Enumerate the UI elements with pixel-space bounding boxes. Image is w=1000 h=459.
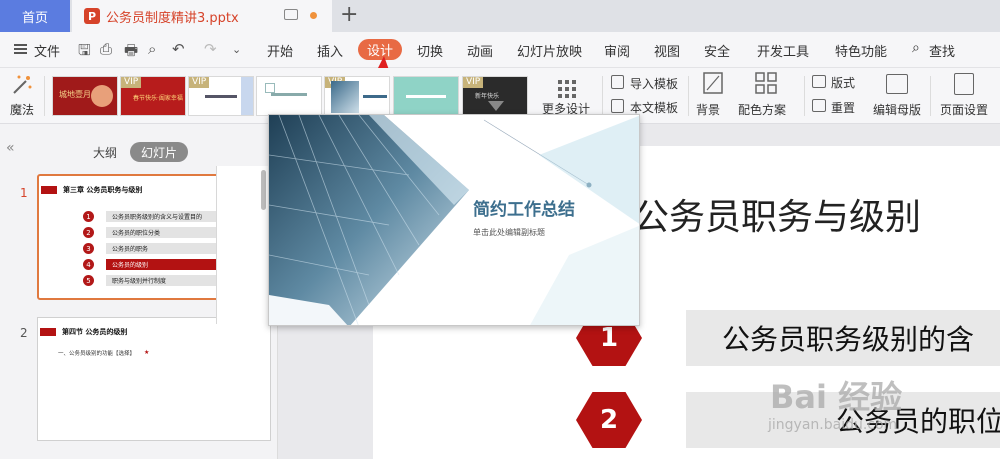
import-template-button[interactable]: 导入模板: [630, 75, 678, 92]
background-icon[interactable]: [703, 72, 723, 94]
home-tab[interactable]: 首页: [0, 0, 70, 32]
list-item: 2 公务员的职位分类: [83, 227, 216, 238]
edit-master-icon[interactable]: [886, 74, 908, 94]
hamburger-menu-icon[interactable]: [14, 44, 27, 54]
new-tab-button[interactable]: +: [340, 4, 358, 26]
edit-master-button[interactable]: 编辑母版: [873, 101, 921, 118]
item-band-1[interactable]: 公务员职务级别的含: [686, 310, 1000, 366]
number-badge-2: 2: [576, 392, 642, 448]
document-tab-bar: 首页 P 公务员制度精讲3.pptx +: [0, 0, 1000, 32]
undo-icon[interactable]: ↶: [172, 40, 185, 58]
outline-tab[interactable]: 大纲: [93, 144, 117, 161]
thumb2-title: 第四节 公务员的级别: [62, 328, 128, 336]
print-preview-icon[interactable]: ⌕: [148, 40, 156, 58]
tab-developer[interactable]: 开发工具: [757, 41, 809, 60]
vip-badge: VIP: [463, 77, 484, 88]
tab-transition[interactable]: 切换: [417, 41, 443, 60]
thumb-text-1: 城地壹月: [59, 90, 91, 99]
layout-button[interactable]: 版式: [831, 74, 855, 91]
tab-review[interactable]: 审阅: [604, 41, 630, 60]
template-thumb-7[interactable]: VIP 新年快乐: [462, 76, 528, 116]
document-tab-title: 公务员制度精讲3.pptx: [106, 10, 239, 26]
thumb1-title: 第三章 公务员职务与级别: [63, 186, 143, 194]
this-template-icon[interactable]: [611, 99, 624, 113]
template-thumb-5[interactable]: VIP: [324, 76, 390, 116]
list-item: 1 公务员职务级别的含义与设置目的: [83, 211, 216, 222]
magic-label[interactable]: 魔法: [10, 101, 34, 118]
color-scheme-button[interactable]: 配色方案: [738, 101, 786, 118]
scrollbar-thumb[interactable]: [261, 170, 266, 210]
tab-animation[interactable]: 动画: [467, 41, 493, 60]
baidu-watermark-logo: Bai 经验: [770, 378, 903, 416]
thumb2-line: 一、公务员级别的功能【选择】: [58, 351, 136, 357]
reset-icon[interactable]: [812, 99, 826, 112]
slide-title[interactable]: 公务员职务与级别: [633, 188, 921, 240]
popup-template-subtitle: 单击此处编辑副标题: [473, 228, 545, 237]
monitor-icon[interactable]: [284, 9, 298, 20]
search-icon[interactable]: ⌕: [912, 40, 920, 56]
import-template-icon[interactable]: [611, 75, 624, 89]
wps-window: 首页 P 公务员制度精讲3.pptx + 文件 🖫 ⎙ 🖶 ⌕ ↶ ↷ ⌄ 开始…: [0, 0, 1000, 459]
thumb-text-2: 春节快乐·阖家幸福: [133, 95, 183, 102]
customize-dropdown-icon[interactable]: ⌄: [232, 43, 241, 56]
list-item: 4 公务员的级别: [83, 259, 216, 270]
list-item: 3 公务员的职务: [83, 243, 216, 254]
presentation-icon: P: [84, 8, 100, 24]
template-thumb-2[interactable]: VIP 春节快乐·阖家幸福: [120, 76, 186, 116]
layout-icon[interactable]: [812, 75, 826, 88]
vip-badge: VIP: [189, 77, 210, 88]
export-pdf-icon[interactable]: ⎙: [100, 40, 112, 58]
slide-number-1: 1: [20, 186, 28, 200]
tab-view[interactable]: 视图: [654, 41, 680, 60]
background-button[interactable]: 背景: [696, 101, 720, 118]
list-item: 5 职务与级别并行制度: [83, 275, 216, 286]
tab-features[interactable]: 特色功能: [835, 41, 887, 60]
slides-tab[interactable]: 幻灯片: [130, 142, 188, 162]
unsaved-dot-icon: [310, 12, 317, 19]
page-setup-button[interactable]: 页面设置: [940, 101, 988, 118]
print-icon[interactable]: 🖶: [124, 40, 138, 65]
tab-slideshow[interactable]: 幻灯片放映: [517, 41, 582, 60]
redo-icon[interactable]: ↷: [204, 40, 217, 58]
thumb-text-4: 新年快乐: [475, 93, 500, 100]
template-thumb-1[interactable]: 城地壹月: [52, 76, 118, 116]
tab-start[interactable]: 开始: [267, 41, 293, 60]
tab-security[interactable]: 安全: [704, 41, 730, 60]
collapse-panel-icon[interactable]: «: [6, 140, 15, 156]
template-thumb-3[interactable]: VIP: [188, 76, 254, 116]
color-scheme-icon[interactable]: [755, 72, 777, 94]
building-photo-image: [269, 115, 639, 325]
document-tab[interactable]: P 公务员制度精讲3.pptx: [72, 0, 332, 32]
template-thumb-4[interactable]: [256, 76, 322, 116]
template-preview-popup[interactable]: 简约工作总结 单击此处编辑副标题: [268, 114, 640, 326]
page-setup-icon[interactable]: [954, 73, 974, 95]
popup-template-title: 简约工作总结: [473, 200, 575, 220]
grid-more-icon[interactable]: [558, 80, 576, 98]
tab-insert[interactable]: 插入: [317, 41, 343, 60]
file-menu[interactable]: 文件: [34, 41, 60, 60]
magic-wand-icon[interactable]: [10, 73, 34, 97]
menu-bar: 文件 🖫 ⎙ 🖶 ⌕ ↶ ↷ ⌄ 开始 插入 设计 切换 动画 幻灯片放映 审阅…: [0, 32, 1000, 163]
reset-button[interactable]: 重置: [831, 99, 855, 116]
vip-badge: VIP: [121, 77, 142, 88]
slide-number-2: 2: [20, 326, 28, 340]
baidu-watermark-url: jingyan.baidu.com: [768, 417, 898, 433]
search-label[interactable]: 查找: [929, 41, 955, 60]
template-thumb-6[interactable]: [393, 76, 459, 116]
save-icon[interactable]: 🖫: [78, 40, 91, 65]
slide-thumbnail-2[interactable]: 第四节 公务员的级别 一、公务员级别的功能【选择】 ★: [37, 317, 271, 441]
